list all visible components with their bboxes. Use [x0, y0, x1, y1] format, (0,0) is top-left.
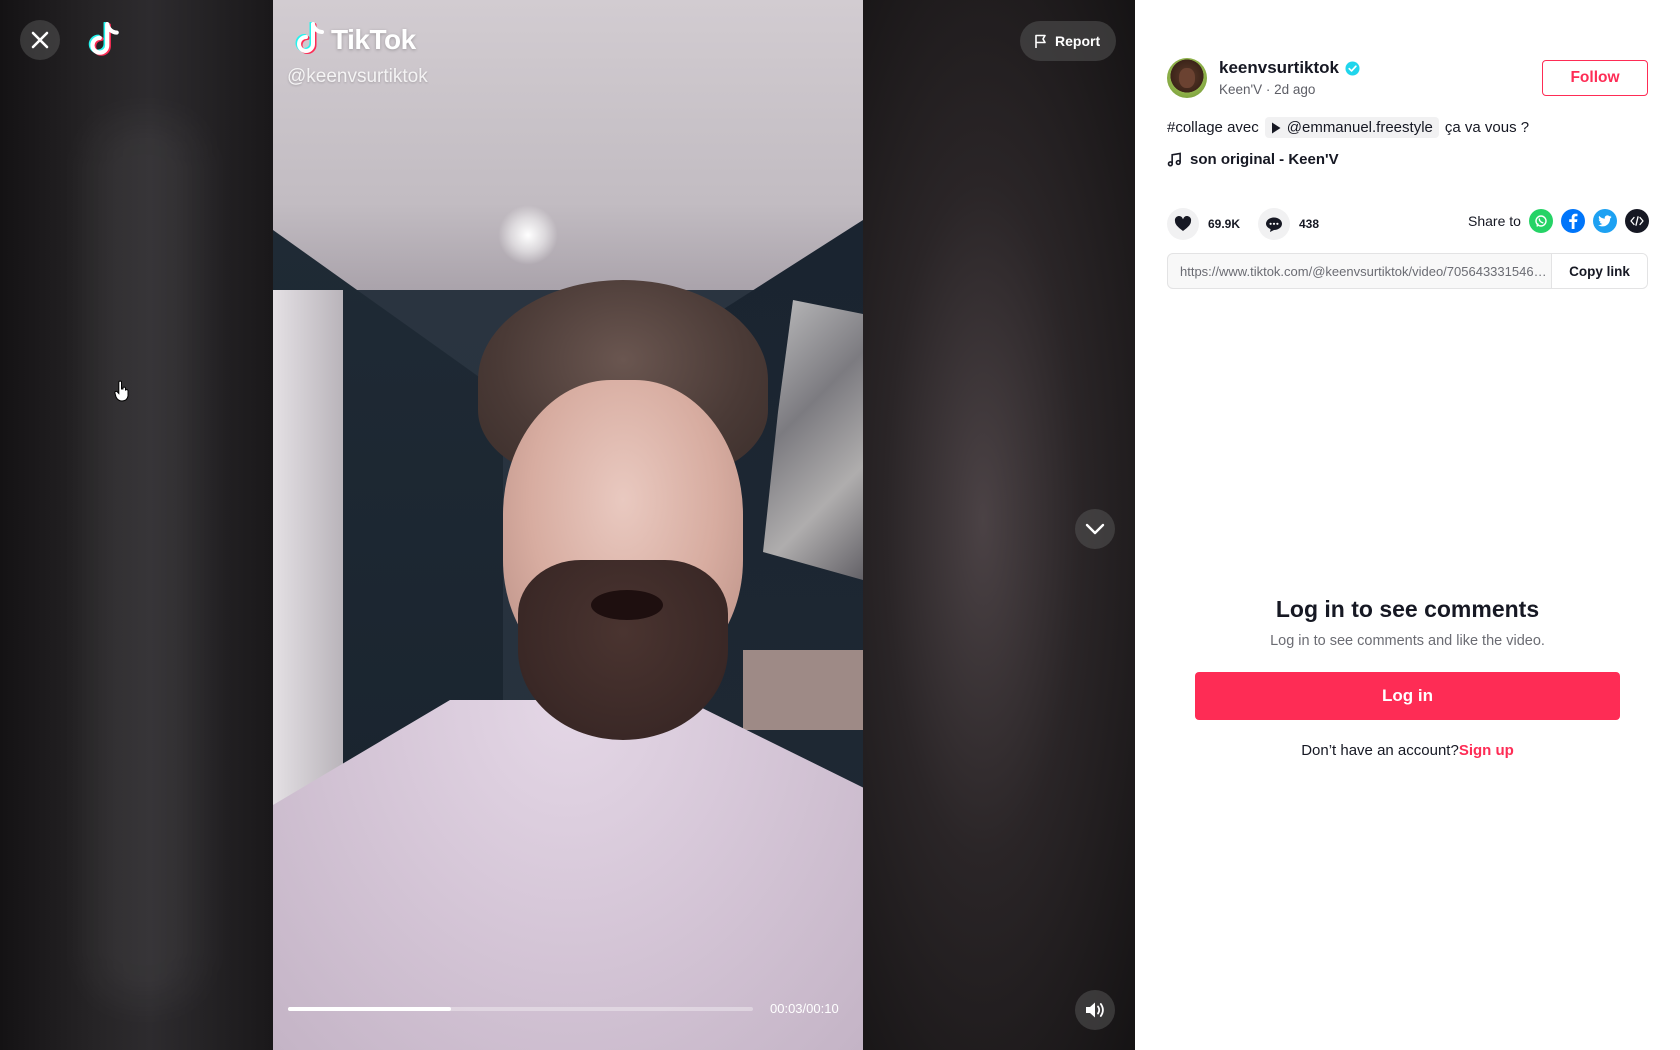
author-username[interactable]: keenvsurtiktok	[1219, 58, 1339, 78]
video-frame-person-beard	[518, 560, 728, 740]
mention-username[interactable]: @emmanuel.freestyle	[1287, 119, 1433, 136]
comments-login-subtitle: Log in to see comments and like the vide…	[1270, 633, 1545, 649]
flag-icon	[1035, 34, 1046, 48]
signup-prompt: Don’t have an account?Sign up	[1135, 742, 1680, 759]
author-display-name: Keen'V	[1219, 82, 1263, 97]
report-button[interactable]: Report	[1020, 21, 1117, 61]
comment-button[interactable]	[1258, 208, 1290, 240]
description-tail: ça va vous ?	[1444, 119, 1530, 136]
video-stage: TikTok @keenvsurtiktok 00:03/00:10 Repor…	[0, 0, 1135, 1050]
comments-login-title: Log in to see comments	[1275, 596, 1540, 622]
next-video-button[interactable]	[1075, 509, 1115, 549]
video-watermark-brand: TikTok	[331, 24, 416, 55]
tiktok-logo-link[interactable]	[86, 20, 120, 65]
whatsapp-icon[interactable]	[1529, 209, 1553, 233]
report-label: Report	[1055, 33, 1101, 49]
volume-icon	[1086, 1002, 1104, 1018]
description-connector-text: avec	[1227, 119, 1259, 136]
video-frame-person-mouth	[591, 590, 663, 620]
video-watermark-handle: @keenvsurtiktok	[287, 66, 428, 87]
music-title[interactable]: son original - Keen'V	[1190, 151, 1339, 168]
share-link-url[interactable]: https://www.tiktok.com/@keenvsurtiktok/v…	[1168, 264, 1551, 279]
close-button[interactable]	[20, 20, 60, 60]
blurred-background-left	[0, 0, 273, 1050]
music-link[interactable]: son original - Keen'V	[1167, 151, 1339, 168]
video-description: #collage avec @emmanuel.freestyle ça va …	[1167, 117, 1529, 138]
music-note-icon	[1167, 152, 1181, 167]
comment-count: 438	[1299, 217, 1320, 231]
heart-icon	[1174, 216, 1192, 231]
verified-badge-icon	[1345, 60, 1360, 76]
share-label: Share to	[1468, 213, 1521, 229]
like-button[interactable]	[1167, 208, 1199, 240]
video-frame-shelf	[743, 650, 863, 730]
chevron-down-icon	[1085, 523, 1105, 535]
tiktok-watermark-icon	[295, 22, 324, 54]
post-age: 2d ago	[1274, 82, 1316, 97]
mouse-cursor-icon	[114, 380, 130, 407]
follow-button[interactable]: Follow	[1542, 60, 1648, 96]
video-timecode: 00:03/00:10	[770, 1001, 839, 1016]
hashtag-link[interactable]: #collage	[1167, 119, 1223, 136]
mention-chip[interactable]: @emmanuel.freestyle	[1264, 117, 1439, 138]
volume-button[interactable]	[1075, 990, 1115, 1030]
author-meta: Keen'V · 2d ago	[1219, 82, 1315, 97]
play-icon	[1271, 122, 1281, 133]
copy-link-button[interactable]: Copy link	[1551, 254, 1647, 288]
signup-link[interactable]: Sign up	[1459, 742, 1514, 759]
embed-icon[interactable]	[1625, 209, 1649, 233]
comment-icon	[1266, 217, 1282, 232]
like-count: 69.9K	[1208, 217, 1241, 231]
video-frame-person-sweater	[273, 700, 863, 1050]
login-button[interactable]: Log in	[1195, 672, 1620, 720]
video-watermark: TikTok	[293, 22, 416, 58]
tiktok-logo-icon	[88, 20, 119, 56]
like-stat[interactable]: 69.9K	[1167, 208, 1240, 240]
comment-stat[interactable]: 438	[1258, 208, 1319, 240]
author-meta-separator: ·	[1265, 82, 1275, 97]
video-progress-fill	[288, 1007, 451, 1011]
close-icon	[31, 31, 49, 49]
video-frame-light	[498, 205, 558, 265]
video-info-panel: keenvsurtiktok Keen'V · 2d ago Follow #c…	[1135, 0, 1680, 1050]
video-progress-bar[interactable]	[288, 1007, 753, 1011]
avatar[interactable]	[1167, 58, 1207, 98]
facebook-icon[interactable]	[1561, 209, 1585, 233]
twitter-icon[interactable]	[1593, 209, 1617, 233]
no-account-text: Don’t have an account?	[1301, 742, 1459, 759]
video-player[interactable]: TikTok @keenvsurtiktok 00:03/00:10	[273, 0, 863, 1050]
share-link-field[interactable]: https://www.tiktok.com/@keenvsurtiktok/v…	[1167, 253, 1648, 289]
author-username-row[interactable]: keenvsurtiktok	[1219, 58, 1360, 78]
